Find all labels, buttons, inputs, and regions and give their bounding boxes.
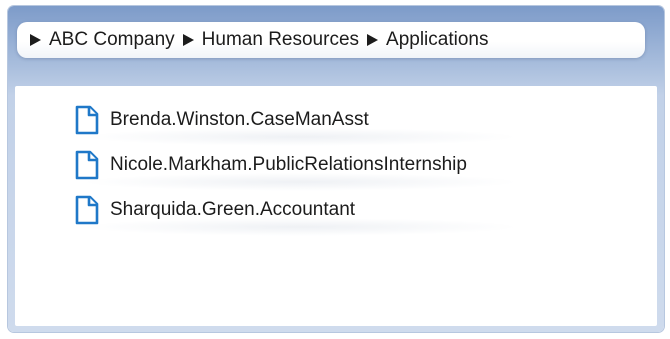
triangle-right-icon <box>30 34 41 46</box>
file-item[interactable]: Brenda.Winston.CaseManAsst <box>74 105 520 146</box>
breadcrumb-item-abc-company[interactable]: ABC Company <box>49 29 175 51</box>
document-icon <box>75 105 99 135</box>
breadcrumb-item-human-resources[interactable]: Human Resources <box>202 29 359 51</box>
file-name: Brenda.Winston.CaseManAsst <box>110 109 369 130</box>
triangle-right-icon <box>367 34 379 46</box>
file-name: Nicole.Markham.PublicRelationsInternship <box>110 154 467 175</box>
document-icon <box>75 150 99 180</box>
document-icon <box>75 195 99 225</box>
file-item[interactable]: Nicole.Markham.PublicRelationsInternship <box>74 150 520 191</box>
triangle-right-icon <box>182 34 194 46</box>
file-list: Brenda.Winston.CaseManAsst Nicole.Markha… <box>74 105 520 243</box>
breadcrumb: ABC Company Human Resources Applications <box>17 22 645 58</box>
breadcrumb-item-applications[interactable]: Applications <box>386 29 488 51</box>
file-name: Sharquida.Green.Accountant <box>110 199 356 220</box>
file-item[interactable]: Sharquida.Green.Accountant <box>74 195 520 236</box>
